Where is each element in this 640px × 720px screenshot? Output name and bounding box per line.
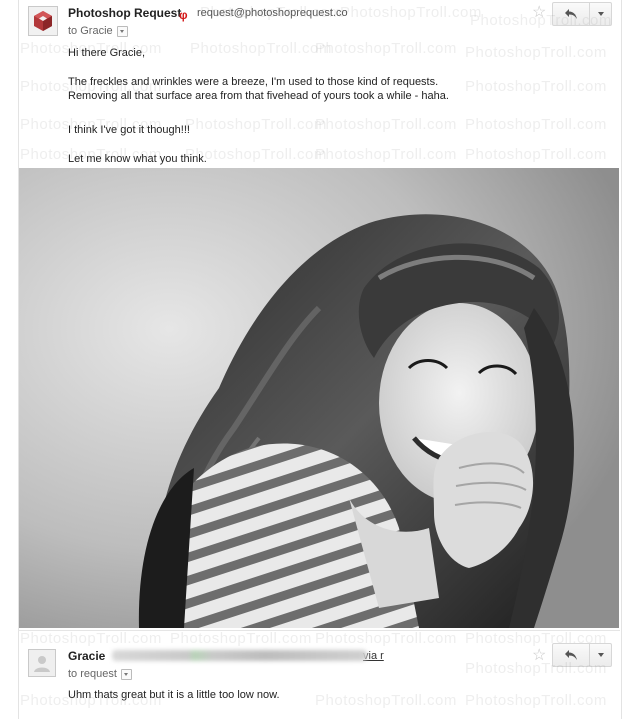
message-line: Removing all that surface area from that… — [68, 90, 449, 102]
importance-icon: φ — [179, 8, 188, 22]
message-actions — [552, 643, 612, 667]
reply-icon — [565, 650, 577, 660]
message-line: Let me know what you think. — [68, 153, 207, 165]
chevron-down-icon — [597, 12, 604, 16]
redacted-email — [112, 650, 367, 661]
message-line: The freckles and wrinkles were a breeze,… — [68, 76, 439, 88]
recipient-label: to request — [68, 668, 117, 680]
message-2: Gracie via r to request ☆ Uhm thats grea… — [18, 630, 620, 720]
sender-avatar[interactable] — [28, 649, 56, 677]
message-actions — [552, 2, 612, 26]
chevron-down-icon — [597, 653, 604, 657]
sender-name[interactable]: Photoshop Request — [68, 6, 181, 20]
message-line: Uhm thats great but it is a little too l… — [68, 689, 280, 701]
photo-woman-laughing-icon — [19, 168, 619, 628]
person-avatar-icon — [34, 656, 50, 672]
sender-avatar[interactable] — [28, 6, 58, 36]
sender-email: request@photoshoprequest.co — [197, 7, 348, 19]
message-line: Hi there Gracie, — [68, 47, 146, 59]
star-icon[interactable]: ☆ — [532, 645, 546, 665]
reply-button[interactable] — [552, 2, 590, 26]
reply-icon — [565, 9, 577, 19]
recipient-line: to Gracie — [68, 25, 128, 37]
sender-name[interactable]: Gracie — [68, 649, 105, 663]
message-line: I think I've got it though!!! — [68, 124, 190, 136]
more-button[interactable] — [590, 643, 612, 667]
message-1: Photoshop Request φ request@photoshopreq… — [18, 0, 620, 168]
reply-button[interactable] — [552, 643, 590, 667]
details-dropdown-icon[interactable] — [116, 25, 128, 37]
more-button[interactable] — [590, 2, 612, 26]
star-icon[interactable]: ☆ — [532, 2, 546, 22]
recipient-label: to Gracie — [68, 25, 113, 37]
cube-avatar-icon — [29, 7, 57, 35]
details-dropdown-icon[interactable] — [120, 668, 132, 680]
recipient-line: to request — [68, 668, 132, 680]
attached-photo[interactable] — [19, 168, 619, 628]
